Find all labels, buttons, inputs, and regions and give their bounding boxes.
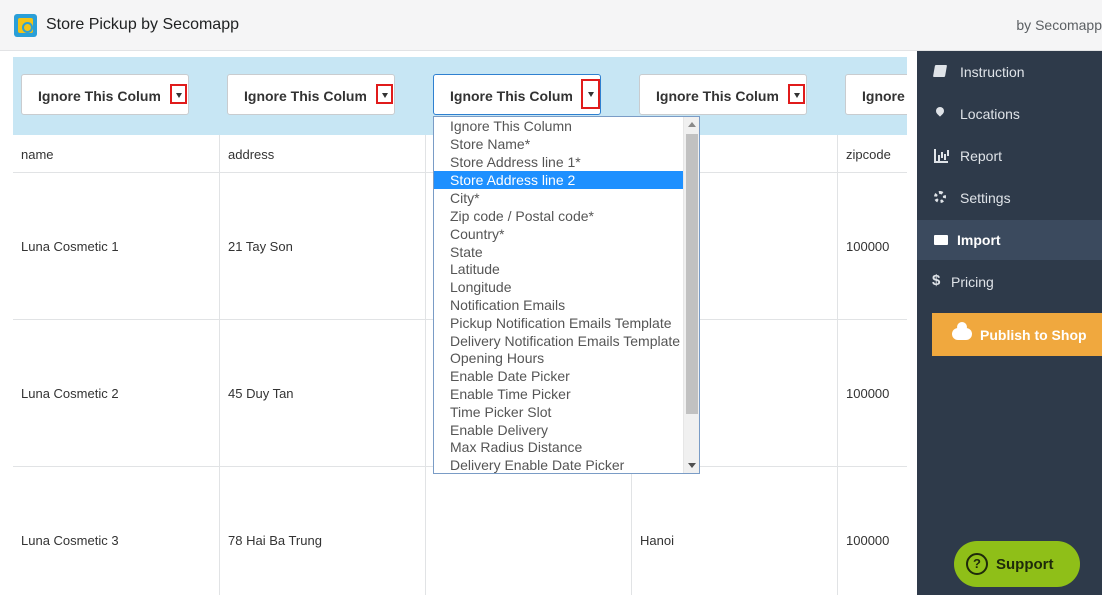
dropdown-option[interactable]: Enable Delivery [434,421,683,439]
table-header-cell: address [220,135,426,172]
support-button-label: Support [996,556,1054,573]
column-mapping-dropdown-list[interactable]: Ignore This Column Store Name* Store Add… [433,116,700,474]
dropdown-arrow-icon[interactable] [376,84,393,104]
dropdown-option[interactable]: Pickup Notification Emails Template [434,314,683,332]
sidebar-item-locations[interactable]: Locations [917,94,1102,134]
dropdown-option[interactable]: Delivery Notification Emails Template [434,332,683,350]
table-cell: 78 Hai Ba Trung [220,467,426,595]
sidebar: Instruction Locations Report Settings Im… [917,51,1102,595]
app-title: Store Pickup by Secomapp [46,16,239,33]
table-cell: 100000 [846,239,890,254]
cloud-upload-icon [952,322,972,340]
dropdown-arrow-icon[interactable] [581,79,600,109]
table-header-cell: zipcode [846,147,891,162]
map-marker-icon [934,107,948,121]
dropdown-arrow-icon[interactable] [788,84,805,104]
dropdown-option[interactable]: Enable Date Picker [434,367,683,385]
column-mapping-select-1[interactable]: Ignore This Column [21,74,189,115]
dropdown-option[interactable]: Latitude [434,260,683,278]
sidebar-item-instruction[interactable]: Instruction [917,52,1102,92]
folder-open-icon [934,235,948,245]
dropdown-option-selected[interactable]: Store Address line 2 [434,171,683,189]
dropdown-option[interactable]: State [434,243,683,261]
sidebar-item-settings[interactable]: Settings [917,178,1102,218]
book-icon [932,65,948,77]
dropdown-arrow-icon[interactable] [170,84,187,104]
gear-icon [934,191,946,203]
dropdown-option[interactable]: Store Name* [434,135,683,153]
table-cell: Hanoi [632,467,838,595]
table-cell: 21 Tay Son [220,173,426,319]
table-cell: Luna Cosmetic 2 [13,320,220,466]
sidebar-item-label: Pricing [951,274,994,290]
table-cell: Luna Cosmetic 3 [13,467,220,595]
dropdown-option[interactable]: Ignore This Column [434,117,683,135]
dropdown-option[interactable]: Country* [434,225,683,243]
column-mapping-select-5[interactable]: Ignore This Column [845,74,907,115]
bar-chart-icon [934,149,948,163]
column-mapping-select-value: Ignore This Column [450,88,572,104]
sidebar-item-label: Instruction [960,64,1025,80]
table-row: Luna Cosmetic 3 78 Hai Ba Trung Hanoi 10… [13,467,907,595]
table-cell: Luna Cosmetic 1 [13,173,220,319]
column-mapping-select-3[interactable]: Ignore This Column [433,74,601,115]
app-logo-icon [14,14,37,37]
by-label: by Secomapp [1016,17,1102,33]
column-mapping-select-value: Ignore This Column [862,88,907,104]
publish-button-label: Publish to Shop [980,327,1087,343]
top-bar: Store Pickup by Secomapp by Secomapp [0,0,1102,51]
sidebar-item-pricing[interactable]: $ Pricing [917,262,1102,302]
column-mapping-select-2[interactable]: Ignore This Column [227,74,395,115]
dropdown-scrollbar[interactable] [683,117,699,473]
column-mapping-select-4[interactable]: Ignore This Column [639,74,807,115]
sidebar-item-label: Import [957,232,1001,248]
dropdown-option[interactable]: City* [434,189,683,207]
dropdown-option[interactable]: Longitude [434,278,683,296]
column-mapping-select-value: Ignore This Column [244,88,366,104]
publish-to-shop-button[interactable]: Publish to Shop [932,313,1102,356]
column-mapping-select-value: Ignore This Column [38,88,160,104]
table-cell: 100000 [846,386,890,401]
dropdown-option[interactable]: Opening Hours [434,349,683,367]
sidebar-item-import[interactable]: Import [917,220,1102,260]
dropdown-option[interactable]: Store Address line 1* [434,153,683,171]
sidebar-item-report[interactable]: Report [917,136,1102,176]
scroll-up-arrow-icon[interactable] [688,122,696,127]
sidebar-item-label: Locations [960,106,1020,122]
support-button[interactable]: ? Support [954,541,1080,587]
table-cell: 100000 [846,533,890,548]
dropdown-option[interactable]: Time Picker Slot [434,403,683,421]
sidebar-item-label: Report [960,148,1003,164]
column-mapping-select-value: Ignore This Column [656,88,778,104]
table-header-cell: name [13,135,220,172]
scroll-down-arrow-icon[interactable] [688,463,696,468]
dropdown-option[interactable]: Zip code / Postal code* [434,207,683,225]
dropdown-option[interactable]: Max Radius Distance [434,438,683,456]
scrollbar-thumb[interactable] [686,134,698,414]
dollar-icon: $ [932,272,941,289]
question-circle-icon: ? [966,553,988,575]
table-cell [426,467,632,595]
dropdown-option[interactable]: Enable Time Picker [434,385,683,403]
table-cell: 45 Duy Tan [220,320,426,466]
sidebar-item-label: Settings [960,190,1011,206]
dropdown-option[interactable]: Delivery Enable Date Picker [434,456,683,473]
dropdown-option[interactable]: Notification Emails [434,296,683,314]
